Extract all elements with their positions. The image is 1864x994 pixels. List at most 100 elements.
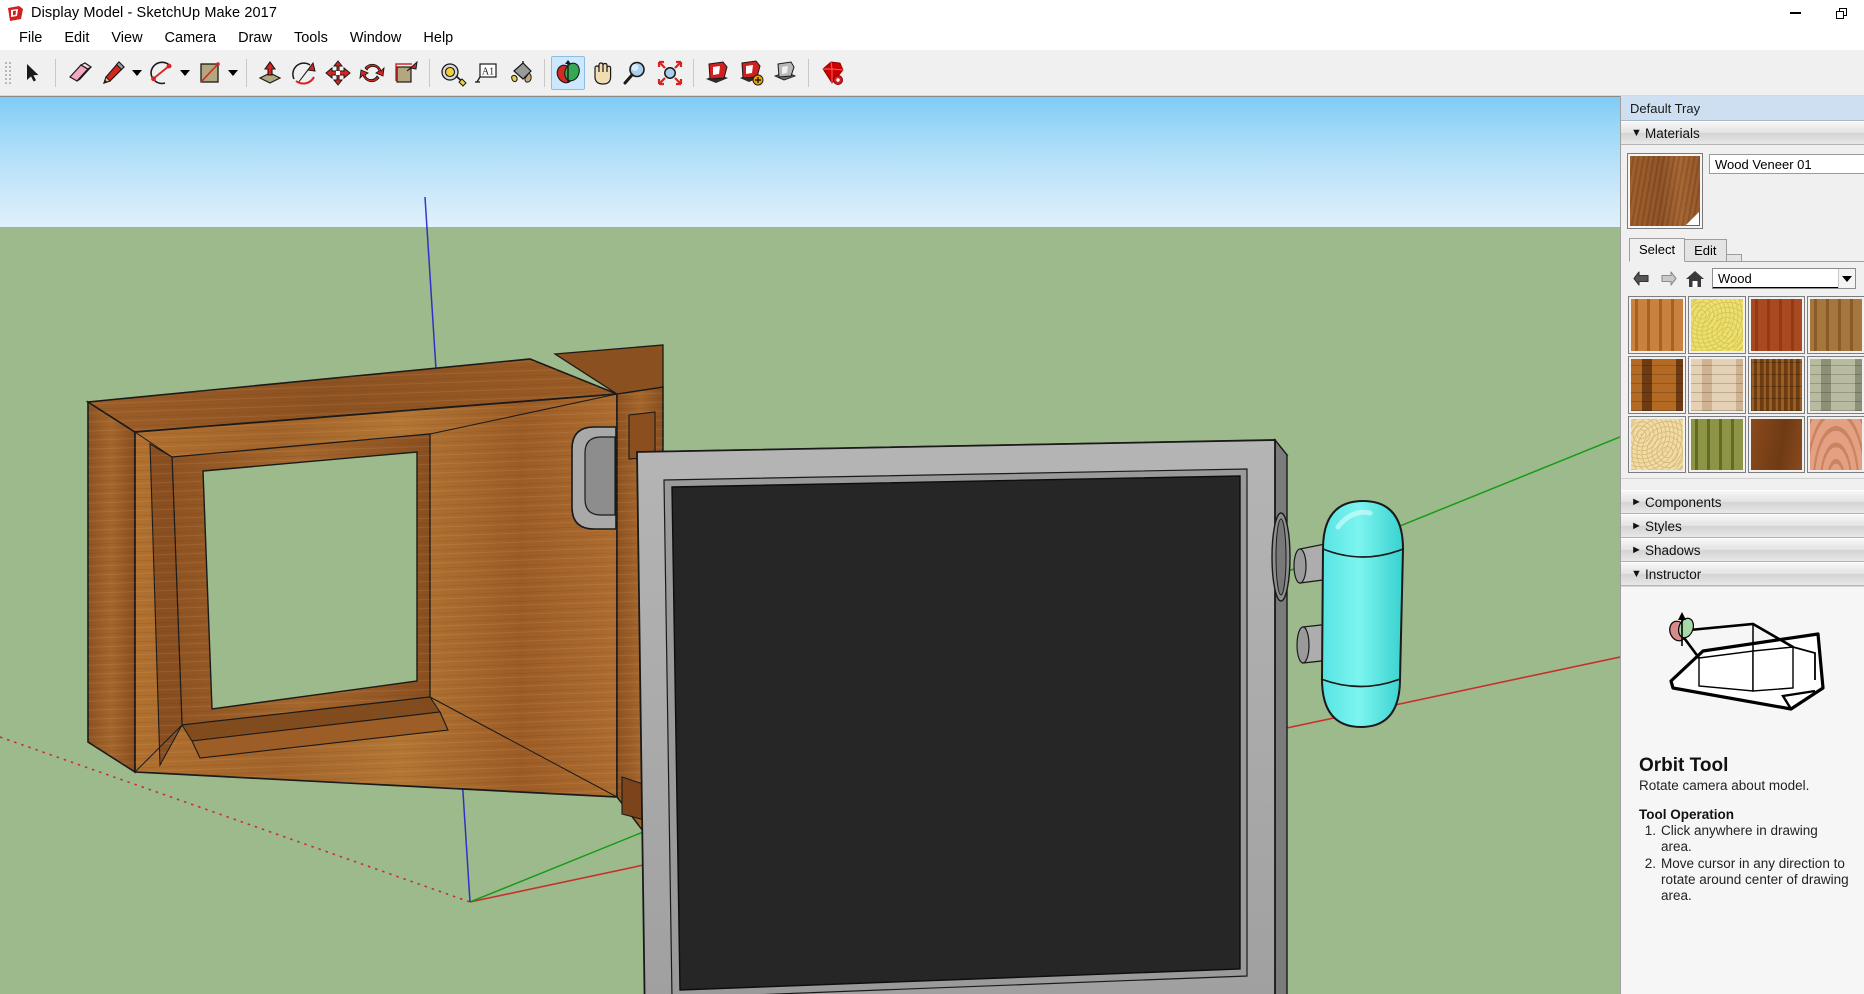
- chevron-down-icon: ▼: [1631, 569, 1645, 580]
- chevron-right-icon: ►: [1631, 545, 1645, 556]
- tray-divider: [1621, 478, 1864, 490]
- share-model-button[interactable]: [734, 56, 768, 90]
- step-number: 1.: [1639, 823, 1656, 855]
- move-tool-button[interactable]: [321, 56, 355, 90]
- cyan-capsule-component: [1294, 501, 1403, 727]
- current-material-swatch[interactable]: [1627, 153, 1703, 229]
- chevron-down-icon: ▼: [1631, 128, 1645, 139]
- push-pull-tool-button[interactable]: [253, 56, 287, 90]
- forward-arrow-icon[interactable]: [1658, 269, 1678, 289]
- extension-warehouse-button[interactable]: [815, 56, 849, 90]
- step-number: 2.: [1639, 856, 1656, 904]
- material-swatch[interactable]: [1808, 297, 1864, 353]
- follow-me-tool-button[interactable]: [287, 56, 321, 90]
- flat-screen-monitor: [572, 427, 1290, 994]
- menu-window[interactable]: Window: [339, 28, 413, 48]
- current-material-name[interactable]: Wood Veneer 01: [1709, 154, 1864, 174]
- tape-measure-tool-button[interactable]: [436, 56, 470, 90]
- zoom-tool-button[interactable]: [619, 56, 653, 90]
- material-swatch[interactable]: [1629, 357, 1685, 413]
- toolbar-grip[interactable]: [4, 58, 12, 88]
- materials-tabs: Select Edit: [1629, 239, 1864, 262]
- materials-panel-body: Wood Veneer 01 Select Edit: [1621, 145, 1864, 478]
- menu-draw[interactable]: Draw: [227, 28, 283, 48]
- get-models-button[interactable]: [700, 56, 734, 90]
- arc-tool-button[interactable]: [144, 56, 178, 90]
- panel-header-instructor[interactable]: ▼ Instructor: [1621, 562, 1864, 586]
- chevron-down-icon[interactable]: [1838, 269, 1855, 288]
- paint-bucket-tool-button[interactable]: [504, 56, 538, 90]
- panel-header-styles[interactable]: ► Styles: [1621, 514, 1864, 538]
- orbit-tool-button[interactable]: [551, 56, 585, 90]
- chevron-right-icon: ►: [1631, 521, 1645, 532]
- pencil-line-icon: [99, 59, 127, 87]
- material-swatch[interactable]: [1689, 297, 1745, 353]
- offset-tool-button[interactable]: [389, 56, 423, 90]
- tab-edit[interactable]: Edit: [1684, 239, 1726, 261]
- menu-edit[interactable]: Edit: [53, 28, 100, 48]
- line-tool-dropdown[interactable]: [130, 56, 144, 90]
- minimize-button[interactable]: [1772, 0, 1818, 26]
- model-scene: [0, 97, 1620, 994]
- material-swatch-wood-bamboo-light: [1689, 297, 1745, 353]
- drawing-area[interactable]: [0, 96, 1620, 994]
- rectangle-tool-button[interactable]: [192, 56, 226, 90]
- rotate-tool-button[interactable]: [355, 56, 389, 90]
- material-swatch-wood-cherry: [1808, 297, 1864, 353]
- panel-header-components[interactable]: ► Components: [1621, 490, 1864, 514]
- toolbar-separator: [544, 59, 545, 87]
- ruby-console-icon: [818, 59, 846, 87]
- tab-select[interactable]: Select: [1629, 238, 1685, 262]
- material-swatch[interactable]: [1689, 417, 1745, 473]
- select-arrow-icon: [19, 60, 45, 86]
- eraser-tool-button[interactable]: [62, 56, 96, 90]
- rectangle-tool-dropdown[interactable]: [226, 56, 240, 90]
- arc-icon: [147, 59, 175, 87]
- panel-label-materials: Materials: [1645, 126, 1700, 141]
- material-swatch-wood-floor-parquet: [1749, 357, 1805, 413]
- share-component-button[interactable]: [768, 56, 802, 90]
- material-swatch[interactable]: [1749, 417, 1805, 473]
- material-swatch[interactable]: [1749, 297, 1805, 353]
- toolbar-separator: [429, 59, 430, 87]
- wooden-display-frame: [88, 345, 663, 857]
- material-swatch[interactable]: [1749, 357, 1805, 413]
- home-icon[interactable]: [1685, 269, 1705, 289]
- menubar: File Edit View Camera Draw Tools Window …: [0, 26, 1864, 50]
- instructor-steps: 1. Click anywhere in drawing area. 2. Mo…: [1639, 823, 1850, 904]
- line-tool-button[interactable]: [96, 56, 130, 90]
- restore-button[interactable]: [1818, 0, 1864, 26]
- menu-tools[interactable]: Tools: [283, 28, 339, 48]
- move-icon: [324, 59, 352, 87]
- select-tool-button[interactable]: [15, 56, 49, 90]
- material-swatch[interactable]: [1808, 417, 1864, 473]
- window-controls: [1772, 0, 1864, 26]
- toolbar-separator: [808, 59, 809, 87]
- material-library-combo[interactable]: Wood: [1712, 268, 1856, 289]
- material-swatch[interactable]: [1689, 357, 1745, 413]
- zoom-extents-button[interactable]: [653, 56, 687, 90]
- pan-tool-button[interactable]: [585, 56, 619, 90]
- default-tray: Default Tray ▼ Materials Wood Veneer 01 …: [1620, 96, 1864, 994]
- panel-header-shadows[interactable]: ► Shadows: [1621, 538, 1864, 562]
- arc-tool-dropdown[interactable]: [178, 56, 192, 90]
- material-swatch[interactable]: [1808, 357, 1864, 413]
- minimize-icon: [1790, 12, 1801, 14]
- material-swatch-wood-osb: [1629, 417, 1685, 473]
- menu-view[interactable]: View: [100, 28, 153, 48]
- rotate-icon: [358, 59, 386, 87]
- toolbar-separator: [246, 59, 247, 87]
- menu-camera[interactable]: Camera: [154, 28, 228, 48]
- window-titlebar: Display Model - SketchUp Make 2017: [0, 0, 1864, 26]
- list-item: 1. Click anywhere in drawing area.: [1639, 823, 1850, 855]
- material-swatch[interactable]: [1629, 417, 1685, 473]
- orbit-house-diagram-icon: [1621, 587, 1864, 755]
- warehouse-share-component-icon: [771, 59, 799, 87]
- material-swatch[interactable]: [1629, 297, 1685, 353]
- warehouse-share-model-icon: [737, 59, 765, 87]
- menu-file[interactable]: File: [8, 28, 53, 48]
- back-arrow-icon[interactable]: [1631, 269, 1651, 289]
- menu-help[interactable]: Help: [412, 28, 464, 48]
- text-tool-button[interactable]: A1: [470, 56, 504, 90]
- panel-header-materials[interactable]: ▼ Materials: [1621, 121, 1864, 145]
